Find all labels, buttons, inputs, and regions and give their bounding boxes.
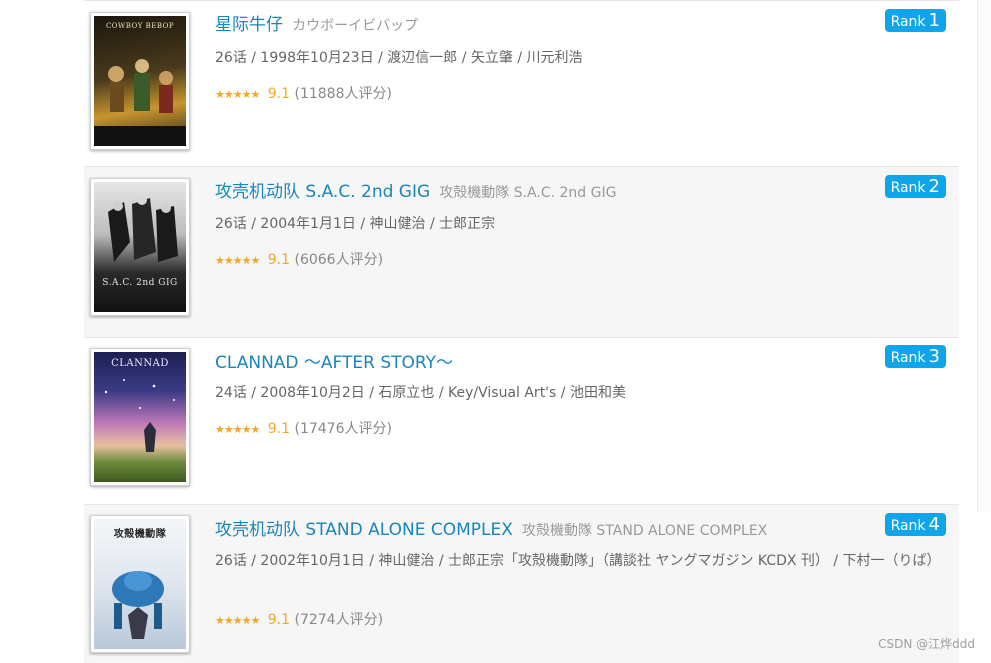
anime-meta: 26话 / 2002年10月1日 / 神山健治 / 士郎正宗「攻殻機動隊」（講談… [215, 553, 941, 569]
watermark: CSDN @江烨ddd [878, 637, 975, 651]
star-rating-icon: ★★★★★ [215, 423, 260, 436]
poster-art: 攻殻機動隊 [94, 519, 186, 649]
rating-count: (7274人评分) [294, 612, 384, 628]
anime-title-link[interactable]: 星际牛仔 [215, 15, 283, 35]
list-item: 攻殻機動隊 攻壳机动队 STAND ALONE COMPLEX 攻殻機動隊 ST… [84, 504, 959, 663]
rank-number: 1 [928, 10, 940, 31]
title-line: 攻壳机动队 STAND ALONE COMPLEX 攻殻機動隊 STAND AL… [215, 515, 767, 540]
original-title: カウボーイビバップ [292, 18, 419, 34]
poster-image[interactable]: S.A.C. 2nd GIG [90, 178, 190, 316]
rating-count: (6066人评分) [294, 252, 384, 268]
poster-caption: 攻殻機動隊 [113, 529, 167, 540]
anime-meta: 26话 / 2004年1月1日 / 神山健治 / 士郎正宗 [215, 216, 496, 232]
rank-label: Rank [890, 14, 926, 30]
rank-badge: Rank 1 [884, 9, 946, 32]
anime-meta: 26话 / 1998年10月23日 / 渡辺信一郎 / 矢立肇 / 川元利浩 [215, 50, 583, 66]
rating-score: 9.1 [267, 252, 291, 268]
original-title: 攻殻機動隊 STAND ALONE COMPLEX [521, 523, 768, 539]
title-line: 星际牛仔 カウボーイビバップ [215, 10, 418, 35]
poster-art: COWBOY BEBOP [94, 16, 186, 146]
poster-art: S.A.C. 2nd GIG [94, 182, 186, 312]
rank-number: 2 [928, 176, 940, 197]
title-line: CLANNAD ～AFTER STORY～ [215, 348, 457, 373]
list-item: CLANNAD CLANNAD ～AFTER STORY～ 24话 / 2008… [84, 337, 959, 505]
rank-label: Rank [890, 350, 926, 366]
scrollbar[interactable] [977, 0, 991, 512]
poster-caption: S.A.C. 2nd GIG [102, 278, 178, 288]
rank-badge: Rank 2 [884, 175, 946, 198]
poster-caption: COWBOY BEBOP [105, 22, 175, 30]
rating: ★★★★★ 9.1 (6066人评分) [215, 249, 383, 269]
poster-image[interactable]: CLANNAD [90, 348, 190, 486]
rating-score: 9.1 [267, 86, 291, 102]
rank-number: 3 [928, 346, 940, 367]
list-item: S.A.C. 2nd GIG 攻壳机动队 S.A.C. 2nd GIG 攻殻機動… [84, 166, 959, 338]
rating-count: (11888人评分) [294, 86, 392, 102]
anime-title-link[interactable]: 攻壳机动队 S.A.C. 2nd GIG [215, 182, 430, 202]
poster-caption: CLANNAD [111, 358, 169, 369]
rating-count: (17476人评分) [294, 421, 392, 437]
poster-art: CLANNAD [94, 352, 186, 482]
poster-image[interactable]: COWBOY BEBOP [90, 12, 190, 150]
rating-score: 9.1 [267, 612, 291, 628]
rank-badge: Rank 4 [884, 513, 946, 536]
list-item: COWBOY BEBOP 星际牛仔 カウボーイビバップ 26话 / 1998年1… [84, 0, 959, 167]
title-line: 攻壳机动队 S.A.C. 2nd GIG 攻殻機動隊 S.A.C. 2nd GI… [215, 177, 616, 202]
rating: ★★★★★ 9.1 (7274人评分) [215, 609, 383, 629]
rank-badge: Rank 3 [884, 345, 946, 368]
rank-label: Rank [890, 180, 926, 196]
poster-image[interactable]: 攻殻機動隊 [90, 515, 190, 653]
rank-number: 4 [928, 514, 940, 535]
anime-title-link[interactable]: CLANNAD ～AFTER STORY～ [215, 353, 453, 373]
star-rating-icon: ★★★★★ [215, 614, 260, 627]
star-rating-icon: ★★★★★ [215, 254, 260, 267]
rank-label: Rank [890, 518, 926, 534]
anime-meta: 24话 / 2008年10月2日 / 石原立也 / Key/Visual Art… [215, 385, 626, 401]
rating-score: 9.1 [267, 421, 291, 437]
original-title: 攻殻機動隊 S.A.C. 2nd GIG [439, 185, 617, 201]
rating: ★★★★★ 9.1 (11888人评分) [215, 83, 392, 103]
rating: ★★★★★ 9.1 (17476人评分) [215, 418, 392, 438]
anime-title-link[interactable]: 攻壳机动队 STAND ALONE COMPLEX [215, 520, 513, 540]
star-rating-icon: ★★★★★ [215, 88, 260, 101]
